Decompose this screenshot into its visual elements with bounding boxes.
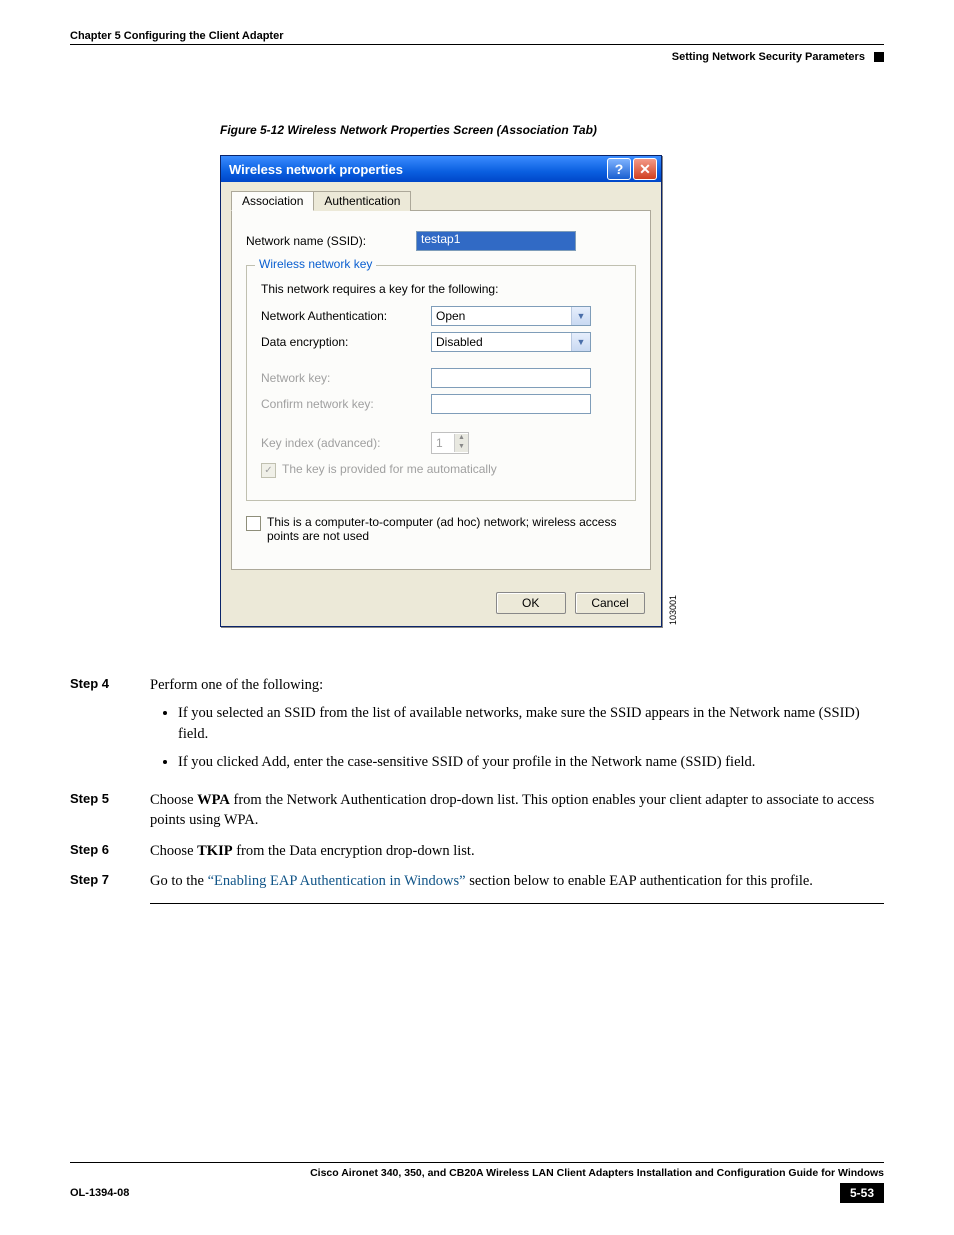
ssid-input[interactable]: testap1 bbox=[416, 231, 576, 251]
doc-number: OL-1394-08 bbox=[70, 1187, 129, 1199]
keyidx-spinner[interactable]: 1 ▲▼ bbox=[431, 432, 469, 454]
step-body: Choose TKIP from the Data encryption dro… bbox=[150, 841, 884, 861]
adhoc-label: This is a computer-to-computer (ad hoc) … bbox=[267, 515, 636, 543]
auth-select[interactable]: Open ▼ bbox=[431, 306, 591, 326]
bullet: If you selected an SSID from the list of… bbox=[178, 703, 884, 744]
netkey-input[interactable] bbox=[431, 368, 591, 388]
titlebar[interactable]: Wireless network properties ? ✕ bbox=[221, 156, 661, 182]
window-title: Wireless network properties bbox=[229, 162, 605, 177]
step-body: Perform one of the following: If you sel… bbox=[150, 675, 884, 780]
step-7: Step 7 Go to the “Enabling EAP Authentic… bbox=[70, 871, 884, 891]
section-title: Setting Network Security Parameters bbox=[70, 51, 884, 63]
header: Chapter 5 Configuring the Client Adapter… bbox=[70, 30, 884, 63]
close-button[interactable]: ✕ bbox=[633, 158, 657, 180]
adhoc-checkbox[interactable] bbox=[246, 516, 261, 531]
auth-label: Network Authentication: bbox=[261, 309, 431, 323]
enc-label: Data encryption: bbox=[261, 335, 431, 349]
dialog-buttons: OK Cancel bbox=[221, 582, 661, 626]
ssid-label: Network name (SSID): bbox=[246, 234, 416, 248]
dialog-window: Wireless network properties ? ✕ Associat… bbox=[220, 155, 662, 627]
tab-area: Association Authentication Network name … bbox=[221, 182, 661, 582]
bullet: If you clicked Add, enter the case-sensi… bbox=[178, 752, 884, 772]
step-6: Step 6 Choose TKIP from the Data encrypt… bbox=[70, 841, 884, 861]
confirm-label: Confirm network key: bbox=[261, 397, 431, 411]
keyidx-row: Key index (advanced): 1 ▲▼ bbox=[261, 432, 621, 454]
figure-caption: Figure 5-12 Wireless Network Properties … bbox=[220, 123, 884, 137]
footer: Cisco Aironet 340, 350, and CB20A Wirele… bbox=[70, 1162, 884, 1203]
footer-guide-title: Cisco Aironet 340, 350, and CB20A Wirele… bbox=[70, 1167, 884, 1179]
dialog-wrap: Wireless network properties ? ✕ Associat… bbox=[220, 155, 884, 627]
confirm-row: Confirm network key: bbox=[261, 394, 621, 414]
image-id: 103001 bbox=[668, 595, 678, 625]
autokey-checkbox[interactable]: ✓ bbox=[261, 463, 276, 478]
keyidx-label: Key index (advanced): bbox=[261, 436, 431, 450]
step-label: Step 7 bbox=[70, 871, 150, 891]
header-marker-icon bbox=[874, 52, 884, 62]
step-body: Go to the “Enabling EAP Authentication i… bbox=[150, 871, 884, 891]
cancel-button[interactable]: Cancel bbox=[575, 592, 645, 614]
ok-button[interactable]: OK bbox=[496, 592, 566, 614]
separator-rule bbox=[150, 903, 884, 904]
step-label: Step 4 bbox=[70, 675, 150, 780]
steps: Step 4 Perform one of the following: If … bbox=[70, 675, 884, 904]
page-number: 5-53 bbox=[840, 1183, 884, 1203]
footer-rule bbox=[70, 1162, 884, 1163]
autokey-row: ✓ The key is provided for me automatical… bbox=[261, 462, 621, 478]
tab-body: Network name (SSID): testap1 Wireless ne… bbox=[231, 211, 651, 570]
help-button[interactable]: ? bbox=[607, 158, 631, 180]
chevron-down-icon: ▼ bbox=[571, 307, 590, 325]
step-5: Step 5 Choose WPA from the Network Authe… bbox=[70, 790, 884, 831]
autokey-label: The key is provided for me automatically bbox=[282, 462, 497, 478]
tabs: Association Authentication bbox=[231, 190, 651, 211]
tab-authentication[interactable]: Authentication bbox=[313, 191, 411, 211]
step-label: Step 6 bbox=[70, 841, 150, 861]
auth-row: Network Authentication: Open ▼ bbox=[261, 306, 621, 326]
wireless-key-group: Wireless network key This network requir… bbox=[246, 265, 636, 501]
enc-row: Data encryption: Disabled ▼ bbox=[261, 332, 621, 352]
footer-row: OL-1394-08 5-53 bbox=[70, 1183, 884, 1203]
group-intro: This network requires a key for the foll… bbox=[261, 282, 621, 296]
page: Chapter 5 Configuring the Client Adapter… bbox=[0, 0, 954, 1235]
ssid-row: Network name (SSID): testap1 bbox=[246, 231, 636, 251]
step-label: Step 5 bbox=[70, 790, 150, 831]
chevron-down-icon: ▼ bbox=[571, 333, 590, 351]
confirm-input[interactable] bbox=[431, 394, 591, 414]
header-rule bbox=[70, 44, 884, 45]
enc-select[interactable]: Disabled ▼ bbox=[431, 332, 591, 352]
step-4: Step 4 Perform one of the following: If … bbox=[70, 675, 884, 780]
spinner-buttons[interactable]: ▲▼ bbox=[454, 434, 468, 452]
adhoc-row: This is a computer-to-computer (ad hoc) … bbox=[246, 515, 636, 543]
group-title: Wireless network key bbox=[255, 257, 376, 271]
netkey-row: Network key: bbox=[261, 368, 621, 388]
tab-association[interactable]: Association bbox=[231, 191, 314, 211]
chapter-line: Chapter 5 Configuring the Client Adapter bbox=[70, 30, 884, 42]
link-eap[interactable]: “Enabling EAP Authentication in Windows” bbox=[208, 873, 466, 889]
netkey-label: Network key: bbox=[261, 371, 431, 385]
step-body: Choose WPA from the Network Authenticati… bbox=[150, 790, 884, 831]
